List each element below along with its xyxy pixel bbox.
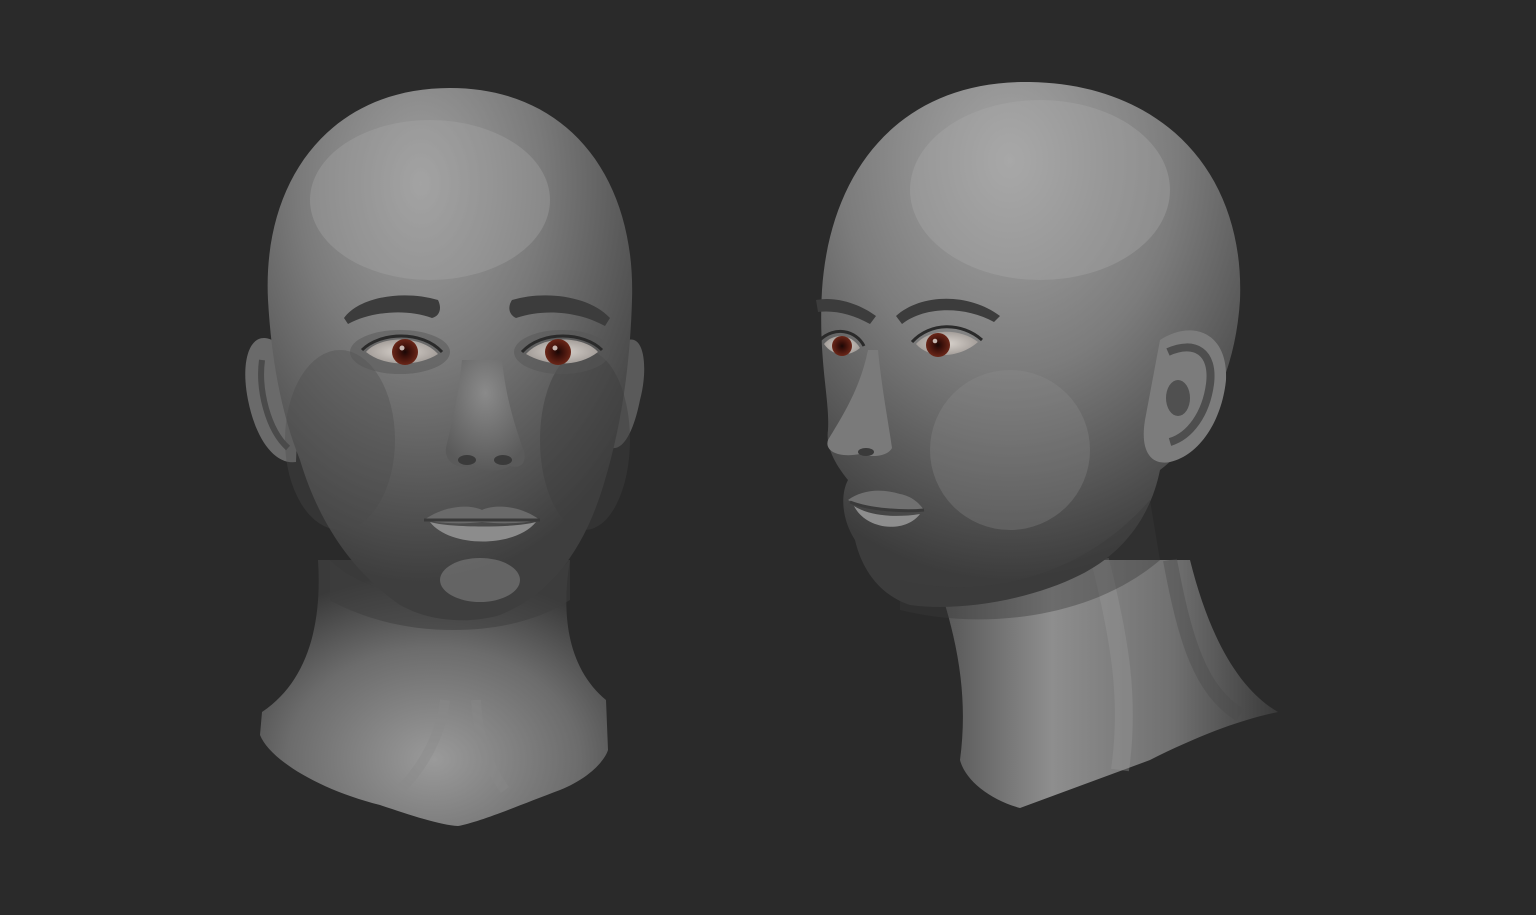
viewport [0,0,1536,915]
three-quarter-head [816,81,1278,808]
front-head [245,88,645,826]
sculpt-render [245,81,1278,826]
